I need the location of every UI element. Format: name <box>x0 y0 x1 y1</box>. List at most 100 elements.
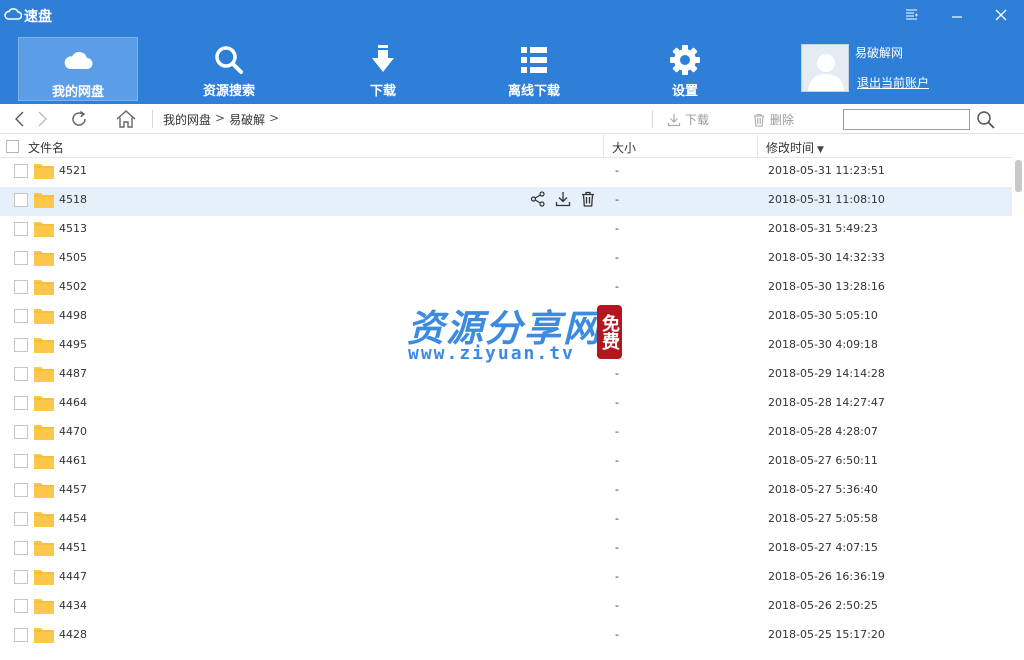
row-checkbox[interactable] <box>14 367 28 381</box>
file-name[interactable]: 4464 <box>59 396 87 409</box>
scrollbar[interactable] <box>1012 158 1024 660</box>
file-name[interactable]: 4518 <box>59 193 87 206</box>
row-checkbox[interactable] <box>14 222 28 236</box>
scroll-thumb[interactable] <box>1015 160 1022 192</box>
nav-offline-download[interactable]: 离线下载 <box>474 37 594 101</box>
download-button[interactable]: 下载 <box>667 111 709 128</box>
table-row[interactable]: 4434 - 2018-05-26 2:50:25 <box>0 593 1012 622</box>
file-name[interactable]: 4470 <box>59 425 87 438</box>
file-name[interactable]: 4502 <box>59 280 87 293</box>
folder-icon <box>34 193 54 208</box>
row-checkbox[interactable] <box>14 164 28 178</box>
delete-button[interactable]: 删除 <box>752 111 794 128</box>
row-checkbox[interactable] <box>14 570 28 584</box>
forward-button[interactable] <box>33 110 53 128</box>
table-row[interactable]: 4521 - 2018-05-31 11:23:51 <box>0 158 1012 187</box>
search-icon <box>215 46 243 74</box>
file-name[interactable]: 4457 <box>59 483 87 496</box>
file-modified-time: 2018-05-25 15:17:20 <box>768 628 885 641</box>
column-modified-time[interactable]: 修改时间 ▼ <box>766 139 824 156</box>
breadcrumb-separator: > <box>269 111 280 125</box>
folder-icon <box>34 396 54 411</box>
toolbar-divider <box>652 110 653 128</box>
table-row[interactable]: 4470 - 2018-05-28 4:28:07 <box>0 419 1012 448</box>
close-button[interactable] <box>987 4 1015 26</box>
table-row[interactable]: 4457 - 2018-05-27 5:36:40 <box>0 477 1012 506</box>
trash-icon[interactable] <box>580 191 596 207</box>
table-row[interactable]: 4451 - 2018-05-27 4:07:15 <box>0 535 1012 564</box>
row-checkbox[interactable] <box>14 280 28 294</box>
table-row[interactable]: 4428 - 2018-05-25 15:17:20 <box>0 622 1012 651</box>
menu-icon[interactable] <box>898 4 926 26</box>
nav-my-disk[interactable]: 我的网盘 <box>18 37 138 101</box>
avatar[interactable] <box>801 44 849 92</box>
breadcrumb-root[interactable]: 我的网盘 <box>163 111 211 128</box>
row-checkbox[interactable] <box>14 483 28 497</box>
file-name[interactable]: 4454 <box>59 512 87 525</box>
file-size: - <box>615 396 619 409</box>
row-checkbox[interactable] <box>14 396 28 410</box>
file-size: - <box>615 425 619 438</box>
table-row[interactable]: 4502 - 2018-05-30 13:28:16 <box>0 274 1012 303</box>
file-name[interactable]: 4461 <box>59 454 87 467</box>
table-row[interactable]: 4464 - 2018-05-28 14:27:47 <box>0 390 1012 419</box>
column-divider[interactable] <box>757 135 758 158</box>
select-all-checkbox[interactable] <box>6 140 19 153</box>
share-icon[interactable] <box>530 191 546 207</box>
file-modified-time: 2018-05-30 13:28:16 <box>768 280 885 293</box>
download-icon[interactable] <box>555 191 571 207</box>
column-name[interactable]: 文件名 <box>28 139 64 156</box>
row-checkbox[interactable] <box>14 425 28 439</box>
table-row[interactable]: 4447 - 2018-05-26 16:36:19 <box>0 564 1012 593</box>
file-name[interactable]: 4495 <box>59 338 87 351</box>
table-row[interactable]: 4454 - 2018-05-27 5:05:58 <box>0 506 1012 535</box>
back-button[interactable] <box>9 110 29 128</box>
minimize-button[interactable] <box>943 4 971 26</box>
file-name[interactable]: 4498 <box>59 309 87 322</box>
logout-link[interactable]: 退出当前账户 <box>857 74 929 91</box>
file-name[interactable]: 4513 <box>59 222 87 235</box>
file-name[interactable]: 4434 <box>59 599 87 612</box>
search-button[interactable] <box>976 110 996 130</box>
row-checkbox[interactable] <box>14 512 28 526</box>
table-row[interactable]: 4518 - 2018-05-31 11:08:10 <box>0 187 1012 216</box>
refresh-button[interactable] <box>69 110 89 128</box>
table-row[interactable]: 4495 - 2018-05-30 4:09:18 <box>0 332 1012 361</box>
column-header: 文件名 大小 修改时间 ▼ <box>0 135 1012 158</box>
file-modified-time: 2018-05-28 14:27:47 <box>768 396 885 409</box>
nav-settings[interactable]: 设置 <box>625 37 745 101</box>
nav-resource-search[interactable]: 资源搜索 <box>169 37 289 101</box>
file-name[interactable]: 4451 <box>59 541 87 554</box>
row-checkbox[interactable] <box>14 251 28 265</box>
row-checkbox[interactable] <box>14 599 28 613</box>
file-size: - <box>615 512 619 525</box>
list-icon <box>521 47 547 73</box>
file-name[interactable]: 4447 <box>59 570 87 583</box>
row-checkbox[interactable] <box>14 628 28 642</box>
home-button[interactable] <box>116 110 136 128</box>
search-input[interactable] <box>843 109 970 130</box>
file-name[interactable]: 4521 <box>59 164 87 177</box>
title-bar: 速盘 <box>0 0 1024 30</box>
toolbar: 我的网盘 > 易破解 > 下载 删除 <box>0 104 1024 134</box>
nav-download[interactable]: 下载 <box>323 37 443 101</box>
file-size: - <box>615 280 619 293</box>
row-checkbox[interactable] <box>14 454 28 468</box>
column-size[interactable]: 大小 <box>612 139 636 156</box>
column-modified-time-label: 修改时间 <box>766 141 815 155</box>
file-name[interactable]: 4487 <box>59 367 87 380</box>
table-row[interactable]: 4498 - 2018-05-30 5:05:10 <box>0 303 1012 332</box>
nav-label: 下载 <box>369 84 396 99</box>
table-row[interactable]: 4461 - 2018-05-27 6:50:11 <box>0 448 1012 477</box>
table-row[interactable]: 4513 - 2018-05-31 5:49:23 <box>0 216 1012 245</box>
file-name[interactable]: 4428 <box>59 628 87 641</box>
row-checkbox[interactable] <box>14 541 28 555</box>
table-row[interactable]: 4505 - 2018-05-30 14:32:33 <box>0 245 1012 274</box>
file-name[interactable]: 4505 <box>59 251 87 264</box>
row-checkbox[interactable] <box>14 338 28 352</box>
row-checkbox[interactable] <box>14 193 28 207</box>
row-checkbox[interactable] <box>14 309 28 323</box>
column-divider[interactable] <box>603 135 604 158</box>
breadcrumb-current[interactable]: 易破解 <box>229 111 265 128</box>
table-row[interactable]: 4487 - 2018-05-29 14:14:28 <box>0 361 1012 390</box>
